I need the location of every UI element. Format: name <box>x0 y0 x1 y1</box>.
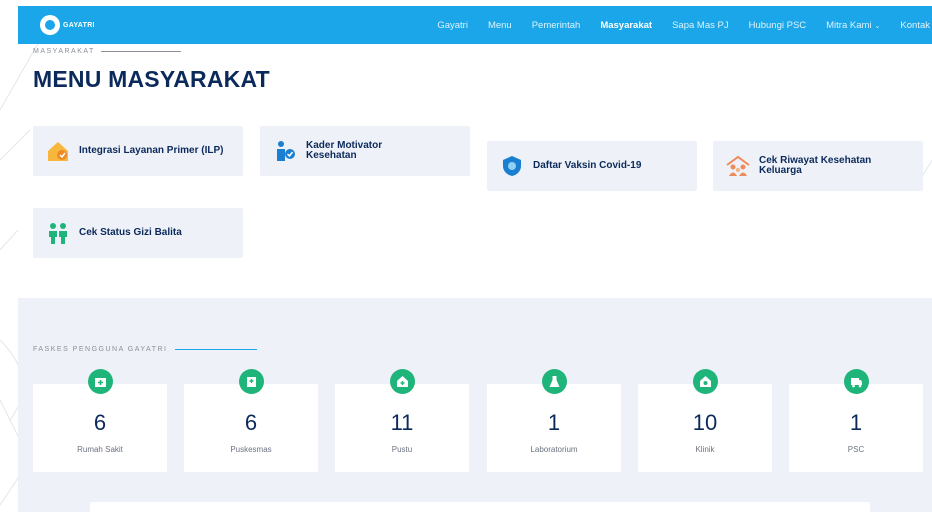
bottom-panel <box>90 502 870 512</box>
clinic-building-icon <box>239 369 264 394</box>
page-title: MENU MASYARAKAT <box>33 66 270 92</box>
section-eyebrow: MASYARAKAT <box>33 48 181 55</box>
stat-card-rumah-sakit: 6 Rumah Sakit <box>33 369 167 472</box>
flask-icon <box>542 369 567 394</box>
stat-value: 6 <box>244 410 258 435</box>
stat-card-laboratorium: 1 Laboratorium <box>487 369 621 472</box>
logo[interactable]: GAYATRI <box>40 15 95 35</box>
stat-label: Klinik <box>695 445 715 454</box>
main-content: MASYARAKAT MENU MASYARAKAT Integrasi Lay… <box>18 44 932 512</box>
stat-label: Rumah Sakit <box>77 445 123 454</box>
menu-card-kader-motivator[interactable]: Kader Motivator Kesehatan <box>260 126 470 176</box>
medical-house-icon <box>390 369 415 394</box>
nav-item-gayatri[interactable]: Gayatri <box>437 20 468 31</box>
stat-value: 10 <box>692 410 718 435</box>
stat-label: Puskesmas <box>230 445 272 454</box>
hospital-icon <box>88 369 113 394</box>
menu-card-status-gizi[interactable]: Cek Status Gizi Balita <box>33 208 243 258</box>
faskes-section: FASKES PENGGUNA GAYATRI 6 Rumah Sakit 6 … <box>18 298 932 512</box>
nav-menu: Gayatri Menu Pemerintah Masyarakat Sapa … <box>417 20 932 31</box>
stat-label: Pustu <box>391 445 413 454</box>
section-eyebrow-text: FASKES PENGGUNA GAYATRI <box>33 346 168 353</box>
ambulance-icon <box>844 369 869 394</box>
person-check-icon <box>277 141 295 161</box>
nav-item-sapa-mas-pj[interactable]: Sapa Mas PJ <box>672 20 729 31</box>
nav-item-mitra-kami-label: Mitra Kami <box>826 19 872 31</box>
children-icon <box>49 223 67 244</box>
chevron-down-icon: ⌄ <box>874 22 881 30</box>
menu-card-label: Cek Status Gizi Balita <box>79 227 182 238</box>
menu-card-riwayat-kesehatan[interactable]: Cek Riwayat Kesehatan Keluarga <box>713 141 923 191</box>
stat-card-puskesmas: 6 Puskesmas <box>184 369 318 472</box>
nav-item-kontak[interactable]: Kontak <box>900 20 930 31</box>
nav-item-mitra-kami[interactable]: Mitra Kami ⌄ <box>826 20 880 31</box>
stat-value: 11 <box>390 410 414 435</box>
logo-text: GAYATRI <box>63 21 95 29</box>
logo-icon <box>40 15 60 35</box>
stat-label: PSC <box>847 445 865 454</box>
stat-card-klinik: 10 Klinik <box>638 369 772 472</box>
house-icon <box>48 142 68 161</box>
stat-card-pustu: 11 Pustu <box>335 369 469 472</box>
divider <box>175 349 258 350</box>
nav-item-hubungi-psc[interactable]: Hubungi PSC <box>749 20 807 31</box>
shield-icon <box>503 156 521 176</box>
menu-card-label: Cek Riwayat Kesehatan Keluarga <box>759 155 872 176</box>
section-eyebrow: FASKES PENGGUNA GAYATRI <box>33 346 258 353</box>
stat-label: Laboratorium <box>530 445 578 454</box>
stat-value: 1 <box>849 410 863 435</box>
menu-card-ilp[interactable]: Integrasi Layanan Primer (ILP) <box>33 126 243 176</box>
menu-card-label: Daftar Vaksin Covid-19 <box>533 160 642 171</box>
stat-value: 1 <box>547 410 561 435</box>
menu-card-label: Integrasi Layanan Primer (ILP) <box>79 145 224 156</box>
stat-card-psc: 1 PSC <box>789 369 923 472</box>
nav-item-masyarakat[interactable]: Masyarakat <box>600 20 652 31</box>
family-home-icon <box>726 155 750 176</box>
nav-item-pemerintah[interactable]: Pemerintah <box>532 20 581 31</box>
divider <box>100 51 181 52</box>
top-navbar: GAYATRI Gayatri Menu Pemerintah Masyarak… <box>18 6 932 44</box>
nav-item-menu[interactable]: Menu <box>488 20 512 31</box>
section-eyebrow-text: MASYARAKAT <box>33 48 95 55</box>
stat-value: 6 <box>93 410 107 435</box>
menu-card-vaksin-covid[interactable]: Daftar Vaksin Covid-19 <box>487 141 697 191</box>
clinic-house-icon <box>693 369 718 394</box>
menu-card-label: Kader Motivator Kesehatan <box>306 140 383 161</box>
